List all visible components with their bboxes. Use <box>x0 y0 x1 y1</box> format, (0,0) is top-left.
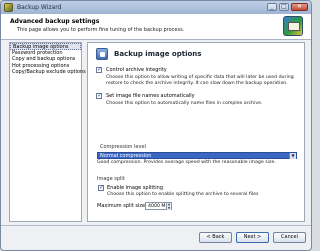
window-title: Backup Wizard <box>17 4 62 11</box>
nav-item-exclude-options[interactable]: Copy/Backup exclude options <box>10 69 86 76</box>
back-button[interactable]: < Back <box>199 232 232 243</box>
panel-header: Backup image options <box>96 48 201 60</box>
nav-item-copy-backup-options[interactable]: Copy and backup options <box>10 56 81 63</box>
control-integrity-label: Control archive integrity <box>106 67 167 73</box>
window-controls: _ □ ✕ <box>267 3 308 11</box>
app-icon <box>4 3 13 12</box>
close-button[interactable]: ✕ <box>291 3 308 11</box>
panel-title: Backup image options <box>114 50 202 58</box>
auto-names-desc: Choose this option to automatically name… <box>106 101 263 106</box>
auto-names-label: Set image file names automatically <box>106 93 195 99</box>
compression-level-select[interactable]: Normal compression ▼ <box>97 152 297 159</box>
cancel-button[interactable]: Cancel <box>273 232 306 243</box>
auto-names-checkbox[interactable] <box>96 92 102 99</box>
image-split-label: Enable image splitting <box>107 185 163 191</box>
image-split-section-label: Image split <box>97 176 125 182</box>
wizard-logo-icon <box>283 16 303 36</box>
backup-image-icon <box>96 48 108 60</box>
image-split-checkbox[interactable] <box>98 184 104 191</box>
chevron-down-icon[interactable]: ▼ <box>289 153 296 159</box>
backup-wizard-window: Backup Wizard _ □ ✕ Advanced backup sett… <box>0 0 312 251</box>
control-integrity-checkbox[interactable] <box>96 66 102 73</box>
minimize-button[interactable]: _ <box>267 3 277 11</box>
spinner-arrows-icon[interactable]: ▲ ▼ <box>166 202 171 210</box>
footer-divider <box>1 225 311 226</box>
maximize-button[interactable]: □ <box>279 3 289 11</box>
title-bar[interactable]: Backup Wizard _ □ ✕ <box>1 1 311 14</box>
wizard-header: Advanced backup settings This page allow… <box>1 14 311 40</box>
max-split-size-label: Maximum split size <box>97 203 146 209</box>
compression-section-label: Compression level <box>100 144 146 150</box>
header-title: Advanced backup settings <box>10 18 100 25</box>
image-split-desc: Choose this option to enable splitting t… <box>107 192 259 197</box>
next-button[interactable]: Next > <box>236 232 269 243</box>
max-split-size-spinner[interactable]: 4000 MB ▲ ▼ <box>145 202 172 210</box>
settings-nav-list: Backup image options Password protection… <box>9 42 86 222</box>
options-panel: Backup image options Control archive int… <box>87 42 305 222</box>
header-subtitle: This page allows you to perform fine tun… <box>17 27 185 33</box>
compression-desc: Good compression. Provides average speed… <box>97 160 276 165</box>
control-integrity-desc-2: restore to check the archive integrity. … <box>106 81 288 86</box>
compression-selected-value: Normal compression <box>100 153 152 159</box>
